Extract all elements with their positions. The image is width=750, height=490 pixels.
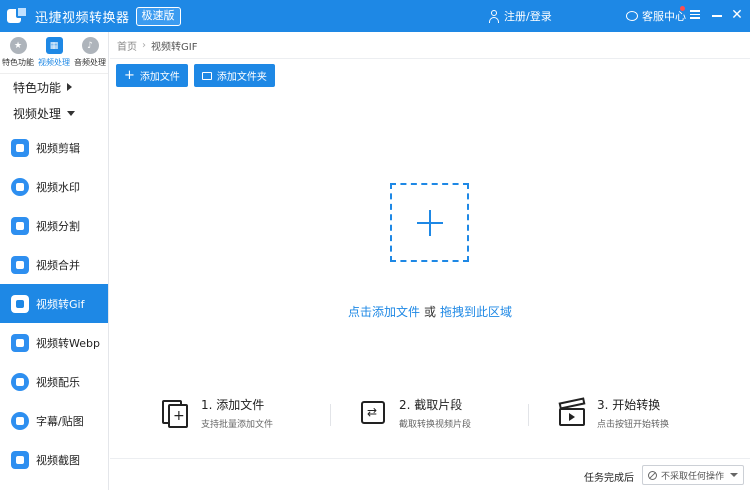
- sidebar-item-label: 视频配乐: [36, 375, 80, 389]
- sidebar-item-label: 视频转Gif: [36, 297, 85, 311]
- drop-zone[interactable]: [390, 183, 469, 262]
- audio-icon: ♪: [81, 37, 99, 54]
- split-icon: [11, 216, 29, 235]
- close-icon[interactable]: ✕: [730, 8, 744, 22]
- step-title: 1. 添加文件: [201, 398, 265, 412]
- sidebar-item-watermark[interactable]: 视频水印: [0, 167, 108, 206]
- plus-icon: +: [124, 67, 135, 83]
- chevron-right-icon: ›: [142, 39, 146, 51]
- add-file-button[interactable]: + 添加文件: [116, 64, 188, 87]
- folder-icon: [201, 71, 212, 80]
- subtitle-icon: [11, 411, 29, 430]
- step-title: 2. 截取片段: [399, 398, 463, 412]
- service-label: 客服中心: [642, 10, 686, 23]
- sidebar-item-label: 字幕/贴图: [36, 414, 84, 428]
- tab-audio-processing[interactable]: ♪ 音频处理: [72, 32, 108, 73]
- add-file-label: 添加文件: [139, 72, 180, 83]
- sidebar-item-subtitle[interactable]: 字幕/贴图: [0, 401, 108, 440]
- sidebar-item-screenshot[interactable]: 视频截图: [0, 440, 108, 479]
- steps-guide: + 1. 添加文件 支持批量添加文件 ⇄ 2. 截取片段 截取转换视频片段 3.…: [110, 396, 750, 438]
- drop-or: 或: [423, 305, 436, 319]
- sidebar-item-label: 视频剪辑: [36, 141, 80, 155]
- tab-label: 特色功能: [2, 58, 34, 67]
- app-logo-icon: [7, 6, 29, 26]
- gif-icon: [11, 294, 29, 313]
- sidebar-item-label: 视频分割: [36, 219, 80, 233]
- star-icon: ★: [9, 37, 27, 54]
- sidebar-item-merge[interactable]: 视频合并: [0, 245, 108, 284]
- step-divider: [330, 404, 331, 426]
- video-edit-icon: [11, 138, 29, 157]
- add-folder-label: 添加文件夹: [216, 72, 267, 83]
- after-task-label: 任务完成后: [584, 473, 634, 484]
- breadcrumb-current: 视频转GIF: [151, 41, 198, 53]
- minimize-icon[interactable]: [710, 8, 724, 22]
- chat-icon: [626, 11, 638, 21]
- breadcrumb-home[interactable]: 首页: [117, 38, 137, 53]
- drop-hint: 点击添加文件或拖拽到此区域: [110, 303, 750, 320]
- group-label: 特色功能: [13, 80, 62, 95]
- step-title: 3. 开始转换: [597, 398, 661, 412]
- toolbar: + 添加文件 添加文件夹: [116, 64, 275, 87]
- cut-segment-icon: ⇄: [358, 397, 390, 429]
- group-video-processing[interactable]: 视频处理: [0, 100, 108, 126]
- film-icon: ▦: [45, 37, 63, 54]
- ban-icon: [648, 470, 657, 480]
- sidebar-item-split[interactable]: 视频分割: [0, 206, 108, 245]
- category-tabs: ★ 特色功能 ▦ 视频处理 ♪ 音频处理: [0, 32, 108, 74]
- add-folder-button[interactable]: 添加文件夹: [193, 64, 275, 87]
- login-label: 注册/登录: [504, 10, 552, 23]
- sidebar-item-video-to-gif[interactable]: 视频转Gif: [0, 284, 108, 323]
- sidebar-item-video-edit[interactable]: 视频剪辑: [0, 128, 108, 167]
- step-cut-segment: ⇄ 2. 截取片段 截取转换视频片段: [358, 396, 471, 430]
- sidebar-item-label: 视频合并: [36, 258, 80, 272]
- sidebar-item-video-to-webp[interactable]: 视频转Webp: [0, 323, 108, 362]
- title-bar: 迅捷视频转换器 极速版 注册/登录 客服中心 ✕: [0, 0, 750, 32]
- after-task-value: 不采取任何操作: [661, 471, 725, 482]
- group-label: 视频处理: [13, 106, 62, 121]
- tab-label: 视频处理: [38, 58, 70, 67]
- click-add-link[interactable]: 点击添加文件: [348, 305, 420, 319]
- sidebar: ★ 特色功能 ▦ 视频处理 ♪ 音频处理 特色功能 视频处理 视频剪辑 视频水印…: [0, 32, 109, 490]
- drag-here-link[interactable]: 拖拽到此区域: [440, 305, 512, 319]
- step-start-convert: 3. 开始转换 点击按钮开始转换: [556, 396, 669, 430]
- sidebar-item-label: 视频水印: [36, 180, 80, 194]
- status-bar: 任务完成后 不采取任何操作: [110, 458, 750, 490]
- sidebar-item-label: 视频转Webp: [36, 336, 100, 350]
- group-special-features[interactable]: 特色功能: [0, 74, 108, 100]
- chevron-down-icon: [730, 473, 738, 477]
- nav-list: 视频剪辑 视频水印 视频分割 视频合并 视频转Gif 视频转Webp 视频配乐: [0, 128, 108, 479]
- clapperboard-icon: [556, 397, 588, 429]
- caret-right-icon: [67, 83, 73, 91]
- sidebar-item-label: 视频截图: [36, 453, 80, 467]
- app-title: 迅捷视频转换器: [35, 10, 130, 26]
- after-task-select[interactable]: 不采取任何操作: [642, 465, 744, 485]
- tab-special-features[interactable]: ★ 特色功能: [0, 32, 36, 73]
- step-desc: 截取转换视频片段: [399, 420, 472, 430]
- edition-badge: 极速版: [135, 6, 181, 26]
- screenshot-icon: [11, 450, 29, 469]
- add-file-icon: +: [160, 397, 192, 429]
- step-divider: [528, 404, 529, 426]
- service-center-link[interactable]: 客服中心: [626, 8, 686, 24]
- add-plus-icon: [416, 209, 443, 236]
- step-desc: 点击按钮开始转换: [597, 420, 670, 430]
- webp-icon: [11, 333, 29, 352]
- step-add-file: + 1. 添加文件 支持批量添加文件: [160, 396, 273, 430]
- watermark-icon: [11, 177, 29, 196]
- user-icon: [489, 9, 499, 23]
- merge-icon: [11, 255, 29, 274]
- menu-icon[interactable]: [688, 8, 702, 22]
- step-desc: 支持批量添加文件: [201, 420, 274, 430]
- caret-down-icon: [67, 110, 76, 116]
- music-icon: [11, 372, 29, 391]
- login-link[interactable]: 注册/登录: [489, 8, 552, 24]
- breadcrumb: 首页 › 视频转GIF: [110, 32, 750, 59]
- sidebar-item-music[interactable]: 视频配乐: [0, 362, 108, 401]
- notification-dot: [680, 6, 685, 11]
- tab-video-processing[interactable]: ▦ 视频处理: [36, 32, 72, 73]
- tab-label: 音频处理: [74, 58, 106, 67]
